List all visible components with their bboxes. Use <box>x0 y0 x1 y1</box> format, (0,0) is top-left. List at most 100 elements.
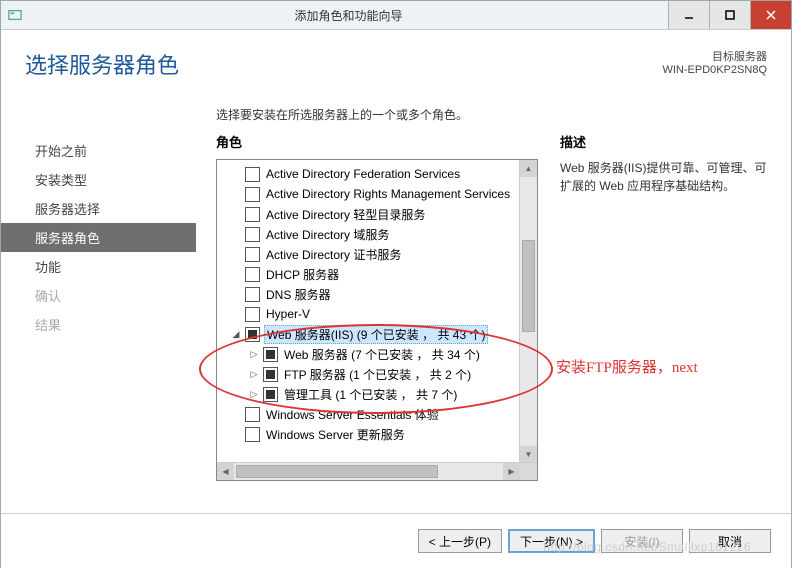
role-label: Web 服务器 (7 个已安装 ， 共 34 个) <box>282 346 482 363</box>
role-row[interactable]: Active Directory 证书服务 <box>219 244 537 264</box>
roles-heading: 角色 <box>216 132 538 151</box>
description-heading: 描述 <box>560 132 775 151</box>
expander-closed-icon[interactable]: ▷ <box>249 389 259 399</box>
role-label: Active Directory 轻型目录服务 <box>264 206 427 223</box>
window-title: 添加角色和功能向导 <box>29 7 668 24</box>
intro-text: 选择要安装在所选服务器上的一个或多个角色。 <box>216 106 468 123</box>
cancel-button[interactable]: 取消 <box>689 529 771 553</box>
role-label: Web 服务器(IIS) (9 个已安装 ， 共 43 个) <box>264 325 488 344</box>
roles-column: 角色 Active Directory Federation ServicesA… <box>216 106 538 514</box>
sidebar-item-0[interactable]: 开始之前 <box>1 136 196 165</box>
wizard-main: 选择要安装在所选服务器上的一个或多个角色。 角色 Active Director… <box>196 106 791 514</box>
wizard-header: 选择服务器角色 目标服务器 WIN-EPD0KP2SN8Q <box>1 30 791 94</box>
scroll-left-icon[interactable]: ◀ <box>217 463 234 480</box>
role-label: Hyper-V <box>264 307 312 321</box>
wizard-body: 选择服务器角色 目标服务器 WIN-EPD0KP2SN8Q 开始之前安装类型服务… <box>1 30 791 568</box>
role-row[interactable]: DHCP 服务器 <box>219 264 537 284</box>
role-row[interactable]: ▷ Web 服务器 (7 个已安装 ， 共 34 个) <box>219 344 537 364</box>
role-row[interactable]: Active Directory Federation Services <box>219 164 537 184</box>
expander-spacer <box>231 169 241 179</box>
role-checkbox[interactable] <box>263 367 278 382</box>
expander-closed-icon[interactable]: ▷ <box>249 349 259 359</box>
role-checkbox[interactable] <box>245 227 260 242</box>
minimize-button[interactable] <box>668 1 709 29</box>
role-row[interactable]: Active Directory 域服务 <box>219 224 537 244</box>
app-icon <box>1 8 29 22</box>
role-label: FTP 服务器 (1 个已安装 ， 共 2 个) <box>282 366 473 383</box>
wizard-footer: < 上一步(P) 下一步(N) > 安装(I) 取消 http://blog.c… <box>1 513 791 568</box>
role-row[interactable]: Windows Server Essentials 体验 <box>219 404 537 424</box>
role-checkbox[interactable] <box>245 307 260 322</box>
role-row[interactable]: Windows Server 更新服务 <box>219 424 537 444</box>
target-server-name: WIN-EPD0KP2SN8Q <box>662 64 767 76</box>
roles-tree[interactable]: Active Directory Federation Services Acti… <box>216 159 538 481</box>
description-column: 描述 Web 服务器(IIS)提供可靠、可管理、可扩展的 Web 应用程序基础结… <box>560 106 775 514</box>
role-row[interactable]: ▷ 管理工具 (1 个已安装 ， 共 7 个) <box>219 384 537 404</box>
wizard-content: 开始之前安装类型服务器选择服务器角色功能确认结果 选择要安装在所选服务器上的一个… <box>1 106 791 514</box>
target-server-label: 目标服务器 <box>662 48 767 64</box>
sidebar-item-6: 结果 <box>1 310 196 339</box>
role-label: DNS 服务器 <box>264 286 333 303</box>
close-button[interactable] <box>750 1 791 29</box>
role-label: Windows Server Essentials 体验 <box>264 406 441 423</box>
expander-spacer <box>231 409 241 419</box>
hscroll-thumb[interactable] <box>236 465 438 478</box>
sidebar-item-5: 确认 <box>1 281 196 310</box>
vertical-scrollbar[interactable]: ▲ ▼ <box>519 160 537 463</box>
sidebar-item-3[interactable]: 服务器角色 <box>1 223 196 252</box>
role-checkbox[interactable] <box>245 327 260 342</box>
role-row[interactable]: Active Directory 轻型目录服务 <box>219 204 537 224</box>
target-server-info: 目标服务器 WIN-EPD0KP2SN8Q <box>662 48 767 76</box>
expander-spacer <box>231 249 241 259</box>
previous-button[interactable]: < 上一步(P) <box>418 529 502 553</box>
expander-spacer <box>231 289 241 299</box>
role-checkbox[interactable] <box>263 387 278 402</box>
expander-spacer <box>231 229 241 239</box>
role-checkbox[interactable] <box>245 247 260 262</box>
scroll-thumb[interactable] <box>522 240 535 332</box>
role-label: Active Directory Rights Management Servi… <box>264 187 512 201</box>
role-checkbox[interactable] <box>245 287 260 302</box>
maximize-button[interactable] <box>709 1 750 29</box>
role-row[interactable]: ▷ FTP 服务器 (1 个已安装 ， 共 2 个) <box>219 364 537 384</box>
sidebar-item-2[interactable]: 服务器选择 <box>1 194 196 223</box>
expander-open-icon[interactable]: ◢ <box>231 329 241 339</box>
role-row[interactable]: ◢ Web 服务器(IIS) (9 个已安装 ， 共 43 个) <box>219 324 537 344</box>
expander-spacer <box>231 309 241 319</box>
scroll-right-icon[interactable]: ▶ <box>503 463 520 480</box>
expander-spacer <box>231 429 241 439</box>
role-checkbox[interactable] <box>245 427 260 442</box>
role-label: Active Directory 域服务 <box>264 226 391 243</box>
role-checkbox[interactable] <box>245 167 260 182</box>
scroll-corner <box>520 463 537 480</box>
expander-spacer <box>231 209 241 219</box>
scroll-down-icon[interactable]: ▼ <box>520 446 537 463</box>
wizard-sidebar: 开始之前安装类型服务器选择服务器角色功能确认结果 <box>1 106 196 514</box>
role-checkbox[interactable] <box>245 207 260 222</box>
expander-closed-icon[interactable]: ▷ <box>249 369 259 379</box>
role-label: Active Directory Federation Services <box>264 167 462 181</box>
horizontal-scrollbar[interactable]: ◀ ▶ <box>217 462 537 480</box>
wizard-window: 添加角色和功能向导 选择服务器角色 目标服务器 WIN-EPD0KP2SN8Q … <box>0 0 792 568</box>
role-checkbox[interactable] <box>245 187 260 202</box>
role-row[interactable]: Hyper-V <box>219 304 537 324</box>
description-text: Web 服务器(IIS)提供可靠、可管理、可扩展的 Web 应用程序基础结构。 <box>560 159 775 195</box>
role-label: 管理工具 (1 个已安装 ， 共 7 个) <box>282 386 459 403</box>
role-checkbox[interactable] <box>245 267 260 282</box>
sidebar-item-4[interactable]: 功能 <box>1 252 196 281</box>
next-button[interactable]: 下一步(N) > <box>508 529 595 553</box>
sidebar-item-1[interactable]: 安装类型 <box>1 165 196 194</box>
expander-spacer <box>231 189 241 199</box>
role-label: Active Directory 证书服务 <box>264 246 403 263</box>
role-label: Windows Server 更新服务 <box>264 426 407 443</box>
window-controls <box>668 1 791 29</box>
install-button[interactable]: 安装(I) <box>601 529 683 553</box>
titlebar: 添加角色和功能向导 <box>1 1 791 30</box>
role-checkbox[interactable] <box>263 347 278 362</box>
scroll-up-icon[interactable]: ▲ <box>520 160 537 177</box>
role-row[interactable]: DNS 服务器 <box>219 284 537 304</box>
page-title: 选择服务器角色 <box>25 48 179 80</box>
expander-spacer <box>231 269 241 279</box>
role-checkbox[interactable] <box>245 407 260 422</box>
role-row[interactable]: Active Directory Rights Management Servi… <box>219 184 537 204</box>
